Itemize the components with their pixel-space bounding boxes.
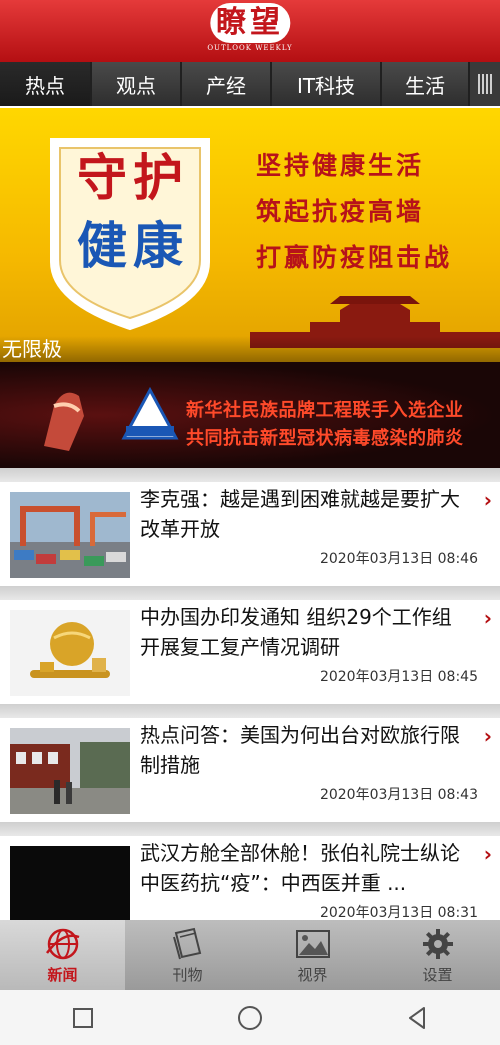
bottom-tab-publications[interactable]: 刊物 [125,920,250,990]
system-nav-bar [0,990,500,1045]
chevron-right-icon: › [483,488,492,512]
bottom-tab-label: 新闻 [47,965,78,984]
bottom-tab-news[interactable]: 新闻 [0,920,125,990]
tab-life[interactable]: 生活 [382,62,470,106]
tab-it-tech[interactable]: IT科技 [272,62,382,106]
bottom-tab-label: 设置 [422,965,453,984]
slogan-1: 坚持健康生活 [256,151,425,180]
chevron-right-icon: › [483,724,492,748]
chevron-right-icon: › [483,842,492,866]
section-divider [0,468,500,482]
slogan-2: 筑起抗疫高墙 [256,197,425,226]
logo-subtitle: OUTLOOK WEEKLY [207,44,293,52]
globe-icon [43,926,83,962]
banner-caption: 无限极 [0,336,500,362]
back-icon[interactable] [397,998,437,1038]
news-item[interactable]: 热点问答：美国为何出台对欧旅行限制措施 2020年03月13日 08:43 › [0,718,500,822]
section-divider [0,586,500,600]
shield-line1: 守护 [77,149,189,207]
logo-mark: 瞭望 [209,3,290,43]
category-tabs: 热点 观点 产经 IT科技 生活 [0,62,500,106]
bottom-tab-vision[interactable]: 视界 [250,920,375,990]
ad-line-1: 新华社民族品牌工程联手入选企业 [186,400,464,421]
news-item[interactable]: 李克强：越是遇到困难就越是要扩大改革开放 2020年03月13日 08:46 › [0,482,500,586]
news-title: 中办国办印发通知 组织29个工作组开展复工复产情况调研 [140,605,452,659]
ad-banner[interactable]: 新华社民族品牌工程联手入选企业 共同抗击新型冠状病毒感染的肺炎 [0,362,500,468]
news-item[interactable]: 中办国办印发通知 组织29个工作组开展复工复产情况调研 2020年03月13日 … [0,600,500,704]
bottom-tab-bar: 新闻 刊物 视界 设置 [0,920,500,990]
news-title: 武汉方舱全部休舱！张伯礼院士纵论中医药抗“疫”：中西医并重 ... [140,841,460,895]
bottom-tab-label: 视界 [297,965,328,984]
news-time: 2020年03月13日 08:43 [319,787,478,803]
brand-project-badge [121,386,179,440]
section-divider [0,704,500,718]
bottom-tab-settings[interactable]: 设置 [375,920,500,990]
gear-icon [418,926,458,962]
bottom-tab-label: 刊物 [172,965,203,984]
slogan-3: 打赢防疫阻击战 [256,243,453,272]
news-title: 热点问答：美国为何出台对欧旅行限制措施 [140,723,460,777]
app-logo: 瞭望 OUTLOOK WEEKLY [207,3,292,52]
tab-industry[interactable]: 产经 [182,62,272,106]
tabs-more-icon[interactable] [470,62,500,106]
tab-opinion[interactable]: 观点 [92,62,182,106]
recent-apps-icon[interactable] [63,998,103,1038]
shield-line2: 健康 [77,217,189,275]
news-thumbnail-port [10,492,130,578]
ad-line-2: 共同抗击新型冠状病毒感染的肺炎 [186,428,464,449]
home-icon[interactable] [230,998,270,1038]
chevron-right-icon: › [483,606,492,630]
news-time: 2020年03月13日 08:46 [319,551,478,567]
news-thumbnail-globe [10,610,130,696]
app-header: 瞭望 OUTLOOK WEEKLY [0,0,500,62]
news-time: 2020年03月13日 08:31 [319,905,478,921]
news-thumbnail-train [10,728,130,814]
featured-banner[interactable]: 守护 健康 坚持健康生活 筑起抗疫高墙 打赢防疫阻击战 无限极 [0,108,500,362]
handshake-icon [44,392,84,451]
tab-hot[interactable]: 热点 [0,62,92,106]
news-time: 2020年03月13日 08:45 [319,669,478,685]
news-title: 李克强：越是遇到困难就越是要扩大改革开放 [140,487,460,541]
books-icon [168,926,208,962]
picture-icon [293,926,333,962]
section-divider [0,822,500,836]
